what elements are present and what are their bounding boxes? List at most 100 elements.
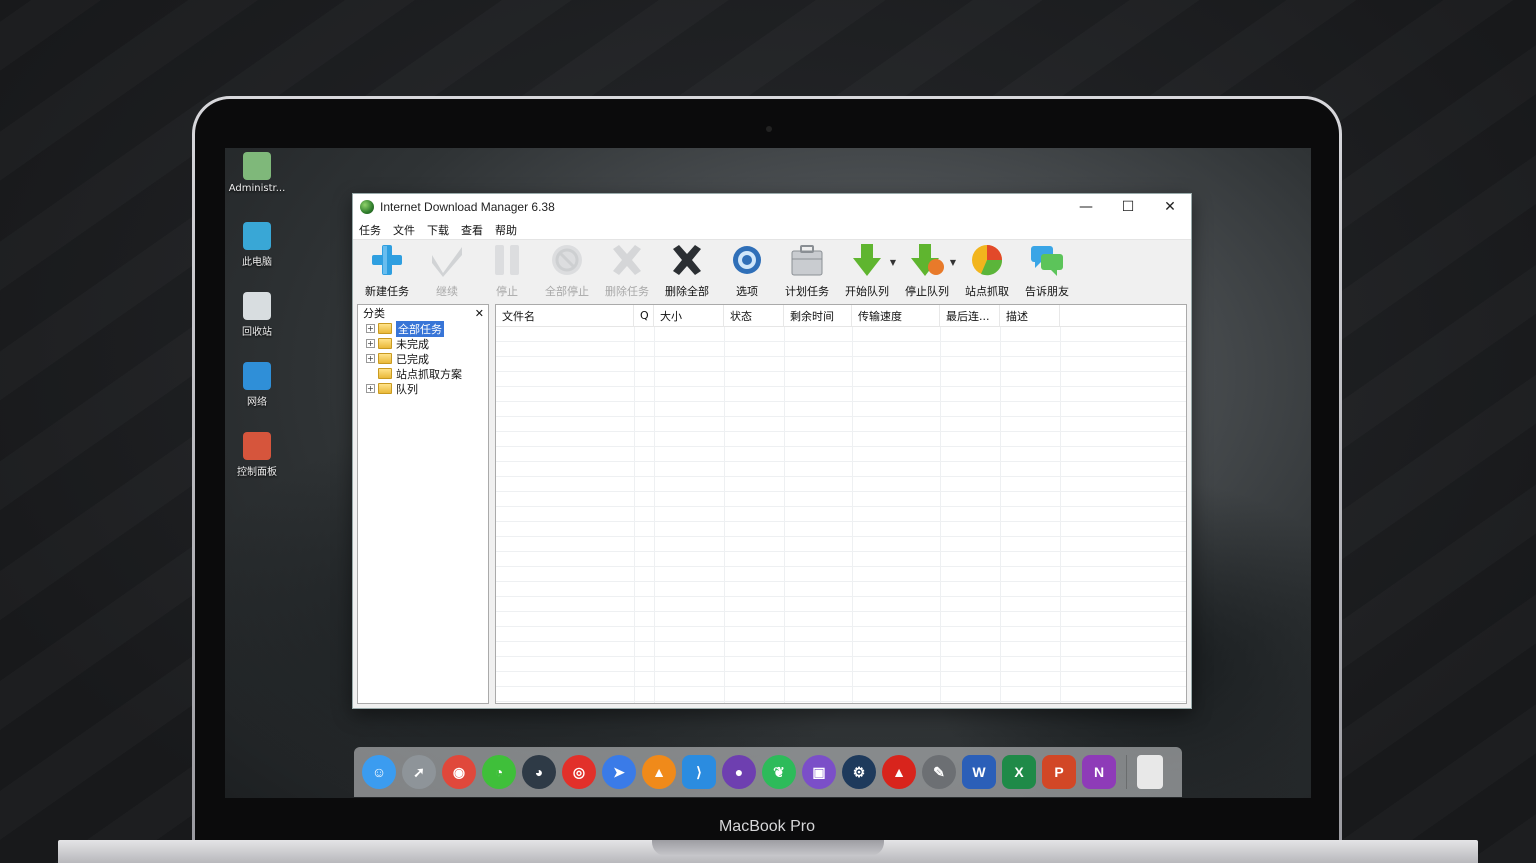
toolbar-button[interactable]: 删除全部: [657, 244, 717, 299]
powerpoint-icon[interactable]: P: [1042, 755, 1076, 789]
expand-icon[interactable]: +: [366, 354, 375, 363]
toolbar-button-label: 站点抓取: [965, 285, 1009, 298]
github-icon[interactable]: ●: [722, 755, 756, 789]
qq-penguin-icon[interactable]: ◕: [522, 755, 556, 789]
add-plus-icon: [368, 244, 406, 280]
category-tree-item[interactable]: + 全部任务: [358, 320, 488, 337]
acrobat-icon[interactable]: ▲: [882, 755, 916, 789]
minimize-button[interactable]: —: [1065, 194, 1107, 220]
laptop-notch: [652, 840, 884, 856]
resume-check-icon: [428, 244, 466, 280]
pen-tool-icon[interactable]: ✎: [922, 755, 956, 789]
desktop-icon[interactable]: 网络: [225, 362, 289, 408]
desktop-icon[interactable]: 控制面板: [225, 432, 289, 478]
toolbar-button[interactable]: 删除任务: [597, 244, 657, 299]
wechat-icon[interactable]: ◔: [482, 755, 516, 789]
onenote-icon[interactable]: N: [1082, 755, 1116, 789]
desktop-icon-label: 网络: [247, 397, 267, 408]
delete-all-x-icon: [668, 244, 706, 280]
list-body: [496, 327, 1186, 703]
category-title: 分类: [363, 307, 385, 320]
expand-icon[interactable]: +: [366, 324, 375, 333]
column-header[interactable]: 传输速度: [852, 305, 940, 326]
column-header[interactable]: 描述: [1000, 305, 1060, 326]
evernote-icon[interactable]: ❦: [762, 755, 796, 789]
window-title: Internet Download Manager 6.38: [380, 200, 555, 214]
dock: ☺ ➚ ◉ ◔ ◕ ◎ ➤ ▲ ⟩ ● ❦ ▣ ⚙ ▲ ✎ W X P N: [354, 747, 1182, 797]
expand-icon[interactable]: +: [366, 339, 375, 348]
column-header[interactable]: 文件名: [496, 305, 634, 326]
launchpad-rocket-icon[interactable]: ➚: [402, 755, 436, 789]
trash-icon[interactable]: [1137, 755, 1163, 789]
folder-icon: [378, 338, 392, 349]
toolbar-button[interactable]: 告诉朋友: [1017, 244, 1077, 299]
category-panel: 分类 ✕ + 全部任务 + 未完成 + 已完成 站点抓取方案 + 队列: [357, 304, 489, 704]
word-icon[interactable]: W: [962, 755, 996, 789]
title-bar[interactable]: Internet Download Manager 6.38 — ☐ ✕: [353, 194, 1191, 220]
column-header[interactable]: 最后连...: [940, 305, 1000, 326]
dock-separator: [1126, 755, 1127, 789]
menu-item[interactable]: 下载: [427, 222, 449, 238]
toolbar-button[interactable]: 计划任务: [777, 244, 837, 299]
desktop-icon[interactable]: Administr...: [225, 152, 289, 194]
column-header[interactable]: 剩余时间: [784, 305, 852, 326]
desktop-icon[interactable]: 此电脑: [225, 222, 289, 268]
category-header: 分类 ✕: [358, 305, 488, 321]
toolbar-button-label: 告诉朋友: [1025, 285, 1069, 298]
pause-icon: [488, 244, 526, 280]
toolbar-button[interactable]: 站点抓取: [957, 244, 1017, 299]
device-label: MacBook Pro: [718, 818, 816, 835]
toolbar-button-label: 删除任务: [605, 285, 649, 298]
toolbar-button-label: 继续: [436, 285, 458, 298]
desktop-icon-label: 此电脑: [242, 257, 272, 268]
toolbar-button[interactable]: 全部停止: [537, 244, 597, 299]
excel-icon[interactable]: X: [1002, 755, 1036, 789]
maximize-button[interactable]: ☐: [1107, 194, 1149, 220]
steam-icon[interactable]: ⚙: [842, 755, 876, 789]
tell-friend-chat-icon: [1028, 244, 1066, 280]
toolbar: 新建任务 继续 停止 全部停止 删除任务 删除全部 选项 计划任务 开始队列 ▼ 停止队列 ▼ 站点抓取…: [353, 240, 1191, 302]
feishu-bird-icon[interactable]: ➤: [602, 755, 636, 789]
menu-item[interactable]: 文件: [393, 222, 415, 238]
user-folder-icon: [243, 152, 271, 180]
menu-item[interactable]: 任务: [359, 222, 381, 238]
vlc-cone-icon[interactable]: ▲: [642, 755, 676, 789]
toolbar-button-label: 开始队列: [845, 285, 889, 298]
toolbar-button-label: 新建任务: [365, 285, 409, 298]
category-label: 站点抓取方案: [396, 367, 462, 381]
column-header[interactable]: 状态: [724, 305, 784, 326]
toolbar-button-label: 计划任务: [785, 285, 829, 298]
desktop-icon-label: 回收站: [242, 327, 272, 338]
column-header[interactable]: 大小: [654, 305, 724, 326]
list-header: 文件名 Q 大小 状态 剩余时间 传输速度 最后连... 描述: [496, 305, 1186, 327]
toolbar-button[interactable]: 继续: [417, 244, 477, 299]
netease-music-icon[interactable]: ◎: [562, 755, 596, 789]
control-panel-icon: [243, 432, 271, 460]
twitch-icon[interactable]: ▣: [802, 755, 836, 789]
category-tree-item[interactable]: + 队列: [358, 381, 488, 396]
toolbar-button[interactable]: 停止: [477, 244, 537, 299]
menu-item[interactable]: 查看: [461, 222, 483, 238]
toolbar-button[interactable]: 新建任务: [357, 244, 417, 299]
toolbar-button-label: 停止: [496, 285, 518, 298]
delete-x-icon: [608, 244, 646, 280]
vscode-icon[interactable]: ⟩: [682, 755, 716, 789]
category-tree-item[interactable]: + 已完成: [358, 351, 488, 366]
stop-all-icon: [548, 244, 586, 280]
chrome-icon[interactable]: ◉: [442, 755, 476, 789]
finder-icon[interactable]: ☺: [362, 755, 396, 789]
toolbar-button[interactable]: 选项: [717, 244, 777, 299]
menu-bar: 任务 文件 下载 查看 帮助: [353, 220, 1191, 240]
download-list[interactable]: 文件名 Q 大小 状态 剩余时间 传输速度 最后连... 描述: [495, 304, 1187, 704]
column-header[interactable]: Q: [634, 305, 654, 326]
category-tree: + 全部任务 + 未完成 + 已完成 站点抓取方案 + 队列: [358, 320, 488, 396]
menu-item[interactable]: 帮助: [495, 222, 517, 238]
category-tree-item[interactable]: + 未完成: [358, 336, 488, 351]
desktop-icon[interactable]: 回收站: [225, 292, 289, 338]
close-button[interactable]: ✕: [1149, 194, 1191, 220]
expand-icon[interactable]: +: [366, 384, 375, 393]
category-tree-item[interactable]: 站点抓取方案: [358, 366, 488, 381]
category-close-icon[interactable]: ✕: [475, 307, 484, 320]
main-area: 分类 ✕ + 全部任务 + 未完成 + 已完成 站点抓取方案 + 队列 文件名 Q 大小 状态 剩余时间…: [357, 304, 1187, 704]
folder-icon: [378, 323, 392, 334]
